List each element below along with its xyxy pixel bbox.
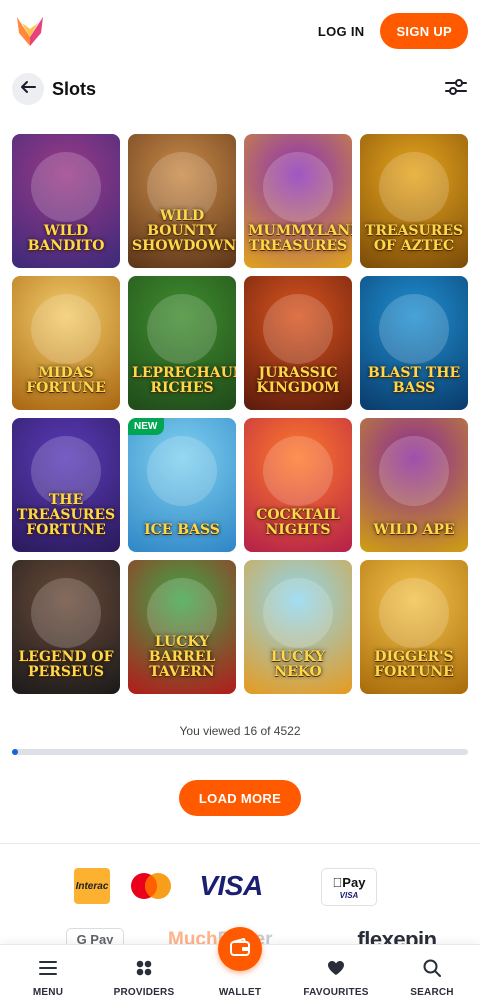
game-grid: Wild Bandito Wild Bounty Showdown Mummylan…: [12, 134, 468, 694]
game-tile[interactable]: Wild Bandito: [12, 134, 120, 268]
game-title: Digger's Fortune: [374, 649, 454, 680]
game-art-glow: [379, 436, 449, 506]
game-art-glow: [379, 152, 449, 222]
game-art-glow: [147, 294, 217, 364]
wallet-button[interactable]: [218, 927, 262, 971]
apple-icon: : [333, 875, 343, 890]
game-art-glow: [31, 152, 101, 222]
game-tile[interactable]: Digger's Fortune: [360, 560, 468, 694]
filter-button[interactable]: [444, 77, 468, 101]
game-title: Mummyland Treasures: [248, 223, 352, 254]
top-header: LOG IN SIGN UP: [0, 0, 480, 62]
game-art-glow: [263, 436, 333, 506]
game-art-glow: [31, 294, 101, 364]
game-tile[interactable]: Cocktail Nights: [244, 418, 352, 552]
signup-button[interactable]: SIGN UP: [380, 13, 468, 49]
game-title: Cocktail Nights: [256, 507, 340, 538]
nav-favourites-label: FAVOURITES: [303, 987, 369, 998]
page-title-bar: Slots: [12, 71, 468, 107]
visa-logo: VISA: [199, 870, 263, 901]
grid-icon: [133, 957, 155, 979]
game-title: Lucky Barrel Tavern: [148, 634, 216, 680]
game-tile[interactable]: Midas Fortune: [12, 276, 120, 410]
applepay-label: Pay: [337, 874, 365, 890]
game-tile[interactable]: Blast the Bass: [360, 276, 468, 410]
sliders-icon: [445, 78, 467, 101]
game-title: Jurassic Kingdom: [256, 365, 340, 396]
page-title: Slots: [52, 78, 97, 99]
applepay-sub-label: VISA: [339, 890, 359, 900]
nav-menu[interactable]: MENU: [0, 945, 96, 1008]
hamburger-icon: [37, 957, 59, 979]
game-art-glow: [379, 294, 449, 364]
game-title: Ice Bass: [144, 522, 220, 538]
nav-favourites[interactable]: FAVOURITES: [288, 945, 384, 1008]
game-art-glow: [263, 152, 333, 222]
search-icon: [421, 957, 443, 979]
game-title: Wild Bandito: [27, 223, 105, 254]
game-tile[interactable]: Lucky Neko: [244, 560, 352, 694]
game-title: Wild Ape: [373, 522, 455, 538]
game-art-glow: [379, 578, 449, 648]
nav-wallet-label: WALLET: [218, 987, 262, 998]
game-art-glow: [147, 436, 217, 506]
game-title: Wild Bounty Showdown: [132, 208, 236, 254]
game-title: Blast the Bass: [367, 365, 461, 396]
game-art-glow: [263, 294, 333, 364]
nav-providers[interactable]: PROVIDERS: [96, 945, 192, 1008]
game-title: Leprechaun Riches: [132, 365, 236, 396]
game-tile[interactable]: Jurassic Kingdom: [244, 276, 352, 410]
arrow-left-icon: [20, 79, 36, 100]
brand-logo-icon[interactable]: [16, 15, 44, 47]
game-title: Midas Fortune: [26, 365, 106, 396]
game-art-glow: [263, 578, 333, 648]
game-tile[interactable]: Wild Bounty Showdown: [128, 134, 236, 268]
nav-wallet[interactable]: WALLET: [192, 927, 288, 1008]
wallet-icon: [230, 937, 250, 961]
new-badge: NEW: [128, 418, 165, 435]
game-tile[interactable]: Mummyland Treasures: [244, 134, 352, 268]
game-title: The Treasures Fortune: [16, 492, 116, 538]
applepay-logo: Pay VISA: [321, 868, 377, 906]
back-button[interactable]: [12, 73, 44, 105]
load-more-button[interactable]: LOAD MORE: [179, 780, 301, 816]
nav-providers-label: PROVIDERS: [113, 987, 175, 998]
progress-bar: [12, 749, 468, 755]
game-art-glow: [31, 578, 101, 648]
login-button[interactable]: LOG IN: [318, 24, 365, 39]
game-tile[interactable]: Treasures of Aztec: [360, 134, 468, 268]
nav-search[interactable]: SEARCH: [384, 945, 480, 1008]
game-title: Lucky Neko: [270, 649, 326, 680]
bottom-nav: MENU PROVIDERS WALLET FAVOURITES SEARCH: [0, 927, 480, 1008]
game-title: Treasures of Aztec: [364, 223, 464, 254]
game-tile[interactable]: Legend of Perseus: [12, 560, 120, 694]
nav-menu-label: MENU: [32, 987, 64, 998]
game-tile[interactable]: Leprechaun Riches: [128, 276, 236, 410]
heart-icon: [325, 957, 347, 979]
game-tile[interactable]: Wild Ape: [360, 418, 468, 552]
interac-logo: Interac: [74, 868, 110, 904]
progress-fill: [12, 749, 18, 755]
divider: [0, 843, 480, 844]
nav-search-label: SEARCH: [410, 987, 454, 998]
mastercard-icon: [129, 872, 173, 900]
game-tile[interactable]: NEW Ice Bass: [128, 418, 236, 552]
viewed-count-text: You viewed 16 of 4522: [179, 724, 301, 738]
game-title: Legend of Perseus: [18, 649, 114, 680]
game-tile[interactable]: Lucky Barrel Tavern: [128, 560, 236, 694]
game-tile[interactable]: The Treasures Fortune: [12, 418, 120, 552]
